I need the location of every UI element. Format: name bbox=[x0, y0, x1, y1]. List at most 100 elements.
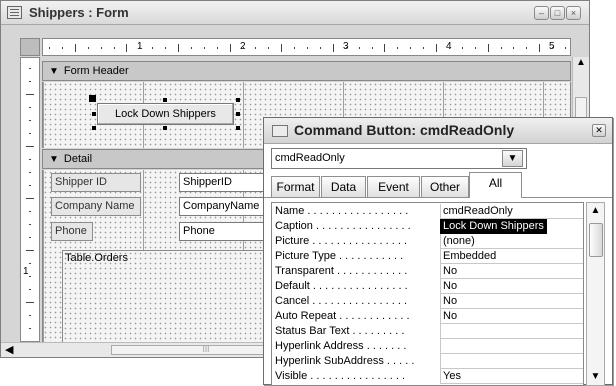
property-value[interactable]: No bbox=[440, 279, 583, 294]
section-arrow-icon: ▼ bbox=[49, 66, 59, 77]
tab-event[interactable]: Event bbox=[367, 176, 420, 197]
resize-handle[interactable] bbox=[92, 126, 96, 130]
ruler-tick bbox=[26, 198, 34, 199]
resize-handle[interactable] bbox=[163, 98, 167, 102]
form-icon bbox=[7, 6, 22, 19]
property-name: Picture . . . . . . . . . . . . . . . . bbox=[275, 235, 408, 247]
lock-down-shippers-button[interactable]: Lock Down Shippers bbox=[97, 103, 234, 125]
maximize-button[interactable]: □ bbox=[550, 6, 565, 20]
ruler-tick bbox=[26, 146, 34, 147]
ruler-tick bbox=[29, 159, 31, 160]
ruler-tick bbox=[436, 44, 437, 52]
property-name: Auto Repeat . . . . . . . . . . . . bbox=[275, 310, 410, 322]
ruler-tick bbox=[178, 44, 179, 52]
ruler-tick bbox=[397, 47, 399, 49]
scroll-up-icon[interactable]: ▲ bbox=[576, 57, 586, 68]
ruler-tick bbox=[565, 47, 566, 49]
ruler-tick bbox=[29, 211, 31, 212]
property-value[interactable]: Embedded bbox=[440, 249, 583, 264]
subform-label: Table.Orders bbox=[65, 252, 128, 264]
property-row-picture-type[interactable]: Picture Type . . . . . . . . . . . Embed… bbox=[272, 249, 583, 264]
ruler-tick bbox=[216, 47, 218, 49]
property-list-scrollbar[interactable]: ▲ ▼ bbox=[586, 202, 605, 386]
ruler-tick bbox=[539, 44, 541, 52]
property-value[interactable] bbox=[440, 324, 583, 339]
property-value[interactable]: Yes bbox=[440, 369, 583, 384]
tab-format[interactable]: Format bbox=[271, 176, 320, 197]
ruler-tick bbox=[29, 237, 31, 238]
scroll-thumb[interactable] bbox=[589, 223, 603, 257]
property-value-selected[interactable]: Lock Down Shippers bbox=[440, 219, 547, 234]
ruler-tick bbox=[410, 47, 412, 49]
property-row-caption[interactable]: Caption . . . . . . . . . . . . . . . . … bbox=[272, 219, 583, 234]
property-row-status-bar-text[interactable]: Status Bar Text . . . . . . . . . bbox=[272, 324, 583, 339]
resize-handle[interactable] bbox=[236, 112, 240, 116]
resize-handle[interactable] bbox=[236, 126, 240, 130]
resize-handle[interactable] bbox=[163, 126, 167, 130]
object-selector[interactable]: cmdReadOnly bbox=[271, 148, 527, 169]
property-row-hyperlink-subaddress[interactable]: Hyperlink SubAddress . . . . . bbox=[272, 354, 583, 369]
ruler-tick bbox=[29, 107, 31, 108]
property-name: Status Bar Text . . . . . . . . . bbox=[275, 325, 405, 337]
scroll-left-icon[interactable]: ◀ bbox=[5, 343, 13, 356]
ruler-tick bbox=[500, 47, 502, 49]
resize-handle[interactable] bbox=[92, 112, 96, 116]
form-selector-box[interactable] bbox=[20, 38, 40, 56]
phone-label[interactable]: Phone bbox=[51, 222, 93, 241]
ruler-tick bbox=[74, 44, 76, 52]
ruler-tick bbox=[29, 120, 31, 121]
property-value[interactable]: No bbox=[440, 264, 583, 279]
property-value[interactable]: cmdReadOnly bbox=[440, 204, 583, 219]
property-name: Picture Type . . . . . . . . . . . bbox=[275, 250, 404, 262]
ruler-tick bbox=[29, 133, 31, 134]
chevron-down-icon[interactable]: ▼ bbox=[590, 371, 601, 382]
tab-other[interactable]: Other bbox=[421, 176, 469, 197]
form-header-section-bar[interactable]: ▼ Form Header bbox=[42, 61, 571, 81]
ruler-tick bbox=[29, 276, 31, 277]
form-header-label: Form Header bbox=[63, 65, 129, 77]
ruler-tick bbox=[319, 47, 321, 49]
property-row-name[interactable]: Name . . . . . . . . . . . . . . . . . c… bbox=[272, 204, 583, 219]
property-value[interactable] bbox=[440, 339, 583, 354]
property-row-picture[interactable]: Picture . . . . . . . . . . . . . . . . … bbox=[272, 234, 583, 249]
ruler-tick bbox=[307, 47, 308, 49]
property-row-visible[interactable]: Visible . . . . . . . . . . . . . . . . … bbox=[272, 369, 583, 384]
company-name-label[interactable]: Company Name bbox=[51, 197, 141, 216]
ruler-tick bbox=[474, 47, 476, 49]
minimize-button[interactable]: – bbox=[534, 6, 549, 20]
ruler-tick bbox=[29, 263, 31, 264]
tab-all[interactable]: All bbox=[469, 172, 522, 198]
property-row-auto-repeat[interactable]: Auto Repeat . . . . . . . . . . . . No bbox=[272, 309, 583, 324]
property-row-cancel[interactable]: Cancel . . . . . . . . . . . . . . . . N… bbox=[272, 294, 583, 309]
tab-data[interactable]: Data bbox=[321, 176, 366, 197]
property-row-hyperlink-address[interactable]: Hyperlink Address . . . . . . . bbox=[272, 339, 583, 354]
ruler-tick bbox=[26, 250, 34, 251]
orders-subform-control[interactable]: Table.Orders bbox=[62, 250, 292, 350]
close-icon[interactable]: ✕ bbox=[592, 124, 606, 137]
property-name: Hyperlink Address . . . . . . . bbox=[275, 340, 407, 352]
ruler-tick bbox=[113, 47, 115, 49]
ruler-tick bbox=[29, 81, 31, 82]
move-handle[interactable] bbox=[89, 95, 96, 102]
property-value[interactable] bbox=[440, 354, 583, 369]
ruler-tick bbox=[255, 47, 257, 49]
close-button[interactable]: × bbox=[566, 6, 581, 20]
vertical-ruler[interactable]: 1 bbox=[20, 57, 40, 342]
property-sheet-icon bbox=[272, 125, 288, 137]
property-value[interactable]: No bbox=[440, 309, 583, 324]
property-value[interactable]: No bbox=[440, 294, 583, 309]
property-name: Default . . . . . . . . . . . . . . . . bbox=[275, 280, 408, 292]
property-row-transparent[interactable]: Transparent . . . . . . . . . . . . No bbox=[272, 264, 583, 279]
ruler-tick bbox=[100, 47, 102, 49]
ruler-tick bbox=[87, 47, 89, 49]
ruler-tick bbox=[203, 47, 205, 49]
shipper-id-label[interactable]: Shipper ID bbox=[51, 173, 141, 192]
property-value[interactable]: (none) bbox=[440, 234, 583, 249]
form-titlebar[interactable]: Shippers : Form – □ × bbox=[1, 1, 589, 25]
chevron-down-icon[interactable]: ▼ bbox=[502, 150, 523, 167]
horizontal-ruler[interactable]: 1 2 3 4 5 bbox=[42, 38, 571, 56]
property-row-default[interactable]: Default . . . . . . . . . . . . . . . . … bbox=[272, 279, 583, 294]
property-sheet-titlebar[interactable]: Command Button: cmdReadOnly ✕ bbox=[264, 118, 612, 144]
chevron-up-icon[interactable]: ▲ bbox=[590, 205, 601, 216]
resize-handle[interactable] bbox=[236, 98, 240, 102]
